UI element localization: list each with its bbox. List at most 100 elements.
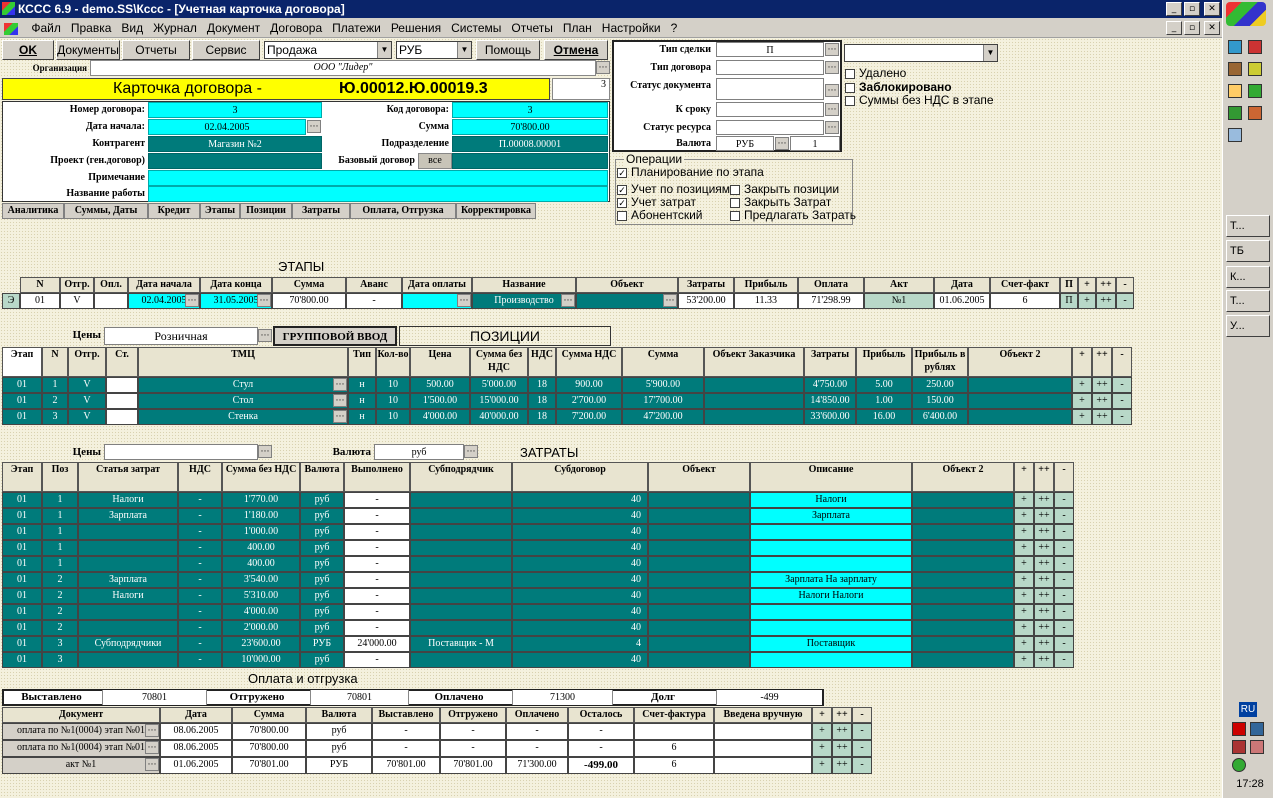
resource-status-field[interactable] xyxy=(716,120,824,135)
cost-cell[interactable] xyxy=(648,588,750,604)
cost-cell[interactable] xyxy=(410,524,512,540)
start-date-picker-button[interactable]: ··· xyxy=(307,120,321,133)
quick-launch-icon[interactable] xyxy=(1248,84,1262,98)
cost-cell[interactable]: - xyxy=(1054,492,1074,508)
position-cell[interactable]: 1.00 xyxy=(856,393,912,409)
cost-cell[interactable]: - xyxy=(178,556,222,572)
currency-field[interactable]: РУБ xyxy=(716,136,774,151)
menu-item[interactable]: Журнал xyxy=(153,21,197,35)
stage-cell[interactable]: 71'298.99 xyxy=(798,293,864,309)
cost-cell[interactable] xyxy=(750,620,912,636)
position-cell[interactable]: ++ xyxy=(1092,409,1112,425)
cost-cell[interactable]: - xyxy=(1054,572,1074,588)
cost-cell[interactable]: 40 xyxy=(512,524,648,540)
position-cell[interactable]: 5'000.00 xyxy=(470,377,528,393)
payment-cell[interactable]: руб xyxy=(306,723,372,740)
cost-cell[interactable]: + xyxy=(1014,572,1034,588)
contract-type-lookup-button[interactable]: ··· xyxy=(825,61,839,74)
position-cell[interactable]: + xyxy=(1072,409,1092,425)
cost-cell[interactable]: Налоги xyxy=(78,588,178,604)
position-cell[interactable]: 5.00 xyxy=(856,377,912,393)
cost-cell[interactable] xyxy=(78,620,178,636)
position-cell[interactable]: - xyxy=(1112,409,1132,425)
tab-5[interactable]: Затраты xyxy=(292,203,350,219)
costs-currency-field[interactable]: руб xyxy=(374,444,464,460)
doc-maximize-button[interactable]: ▫ xyxy=(1184,21,1200,35)
position-cell[interactable]: 7'200.00 xyxy=(556,409,622,425)
doc-minimize-button[interactable]: _ xyxy=(1166,21,1182,35)
cost-cell[interactable]: - xyxy=(344,508,410,524)
menu-item[interactable]: План xyxy=(563,21,592,35)
project-field[interactable] xyxy=(148,153,322,169)
cost-cell[interactable]: 4 xyxy=(512,636,648,652)
quick-launch-icon[interactable] xyxy=(1248,40,1262,54)
cost-cell[interactable] xyxy=(912,620,1014,636)
cost-cell[interactable]: - xyxy=(178,508,222,524)
cost-cell[interactable]: 2 xyxy=(42,620,78,636)
menu-item[interactable]: Правка xyxy=(71,21,112,35)
payment-cell[interactable]: 70'800.00 xyxy=(232,723,306,740)
cost-cell[interactable]: + xyxy=(1014,636,1034,652)
position-cell[interactable]: 2'700.00 xyxy=(556,393,622,409)
position-cell[interactable]: 40'000.00 xyxy=(470,409,528,425)
stage-lookup-button[interactable]: ··· xyxy=(185,294,199,307)
position-cell[interactable]: н xyxy=(348,393,376,409)
menu-item[interactable]: Настройки xyxy=(602,21,661,35)
stage-cell[interactable]: 70'800.00 xyxy=(272,293,346,309)
deadline-lookup-button[interactable]: ··· xyxy=(825,103,839,116)
cost-cell[interactable]: ++ xyxy=(1034,588,1054,604)
position-cell[interactable]: 3 xyxy=(42,409,68,425)
cost-cell[interactable]: 01 xyxy=(2,652,42,668)
cost-cell[interactable]: Поставщик - М xyxy=(410,636,512,652)
deal-type-field[interactable]: П xyxy=(716,42,824,57)
cost-cell[interactable]: 40 xyxy=(512,540,648,556)
position-cell[interactable]: 18 xyxy=(528,377,556,393)
ok-button[interactable]: OK xyxy=(2,40,54,60)
position-cell[interactable]: 01 xyxy=(2,393,42,409)
org-lookup-button[interactable]: ··· xyxy=(596,61,610,74)
cost-cell[interactable]: + xyxy=(1014,620,1034,636)
position-cell[interactable]: V xyxy=(68,377,106,393)
resource-status-lookup-button[interactable]: ··· xyxy=(825,121,839,134)
plan-by-stage-checkbox[interactable]: ✓ Планирование по этапа xyxy=(617,166,764,179)
cost-cell[interactable]: руб xyxy=(300,492,344,508)
payment-cell[interactable]: - xyxy=(852,740,872,757)
cost-cell[interactable]: ++ xyxy=(1034,556,1054,572)
payment-cell[interactable]: ++ xyxy=(832,740,852,757)
position-cell[interactable]: Стул xyxy=(138,377,348,393)
position-cell[interactable]: 17'700.00 xyxy=(622,393,704,409)
cost-cell[interactable]: Зарплата xyxy=(78,508,178,524)
positions-prices-field[interactable]: Розничная xyxy=(104,327,258,345)
cost-cell[interactable]: 01 xyxy=(2,524,42,540)
quick-launch-icon[interactable] xyxy=(1228,128,1242,142)
cost-cell[interactable]: 400.00 xyxy=(222,556,300,572)
positions-prices-lookup-button[interactable]: ··· xyxy=(258,329,272,342)
position-cell[interactable]: ++ xyxy=(1092,377,1112,393)
menu-item[interactable]: Документ xyxy=(207,21,260,35)
payment-cell[interactable]: 08.06.2005 xyxy=(160,723,232,740)
position-cell[interactable]: Стенка xyxy=(138,409,348,425)
code-field[interactable]: 3 xyxy=(452,102,608,118)
cost-cell[interactable] xyxy=(648,572,750,588)
position-cell[interactable]: 10 xyxy=(376,393,410,409)
position-cell[interactable]: 10 xyxy=(376,409,410,425)
cost-cell[interactable]: + xyxy=(1014,492,1034,508)
documents-button[interactable]: Документы xyxy=(56,40,120,60)
cost-cell[interactable]: - xyxy=(178,524,222,540)
currency-lookup-button[interactable]: ··· xyxy=(775,137,789,150)
cost-cell[interactable] xyxy=(912,636,1014,652)
stage-cell[interactable]: Э xyxy=(2,293,20,309)
position-cell[interactable]: 16.00 xyxy=(856,409,912,425)
cost-cell[interactable]: - xyxy=(1054,620,1074,636)
menu-item[interactable]: Вид xyxy=(121,21,143,35)
position-cell[interactable]: 1 xyxy=(42,377,68,393)
payment-cell[interactable]: ++ xyxy=(832,723,852,740)
tray-network-icon[interactable] xyxy=(1250,722,1264,736)
position-cell[interactable]: 900.00 xyxy=(556,377,622,393)
cost-cell[interactable]: руб xyxy=(300,508,344,524)
cost-cell[interactable] xyxy=(78,604,178,620)
position-cell[interactable] xyxy=(106,377,138,393)
extra-select[interactable]: ▼ xyxy=(844,44,998,62)
cost-cell[interactable]: + xyxy=(1014,540,1034,556)
stage-cell[interactable]: П xyxy=(1060,293,1078,309)
